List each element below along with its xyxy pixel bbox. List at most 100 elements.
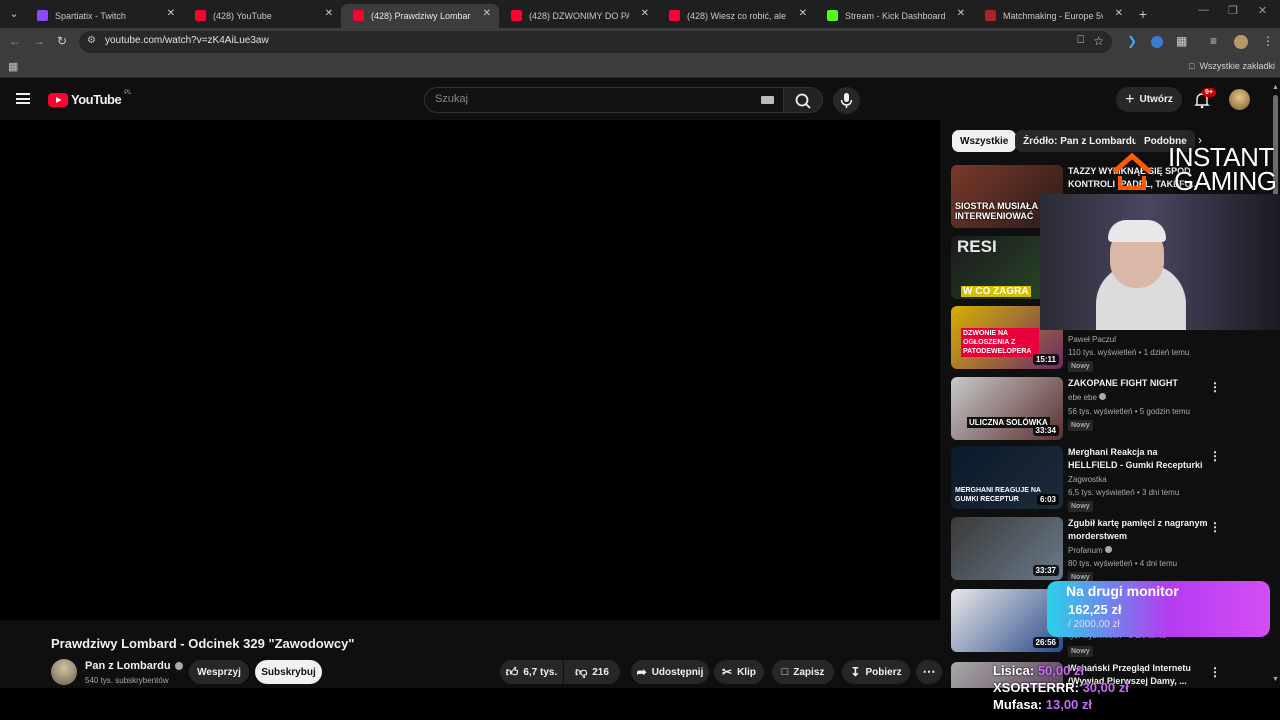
- voice-search-button[interactable]: [833, 87, 860, 114]
- extensions-puzzle-icon[interactable]: ▦: [1176, 34, 1187, 48]
- video-thumbnail[interactable]: MERGHANI REAGUJE NA GUMKI RECEPTUR 6:03: [951, 446, 1063, 509]
- tab-wiesz[interactable]: (428) Wiesz co robić, ale i tak C ✕: [657, 4, 815, 28]
- more-vertical-icon[interactable]: ⋮: [1209, 520, 1221, 534]
- video-duration: 6:03: [1036, 494, 1059, 505]
- forward-arrow-icon[interactable]: →: [33, 34, 45, 48]
- install-app-icon[interactable]: ⎕: [1077, 34, 1084, 47]
- close-icon[interactable]: ✕: [1115, 8, 1123, 19]
- tab-dzwonimy[interactable]: (428) DZWONIMY DO PATODEV ✕: [499, 4, 657, 28]
- recommendation-meta: 6,5 tys. wyświetleń • 3 dni temu: [1068, 488, 1180, 497]
- like-button[interactable]: 👍︎ 6,7 tys.: [500, 660, 563, 684]
- hamburger-menu-icon[interactable]: [16, 93, 30, 104]
- tab-youtube-home[interactable]: (428) YouTube ✕: [183, 4, 341, 28]
- share-button[interactable]: ➦ Udostępnij: [631, 660, 709, 684]
- recommendation-channel: ebe ebe: [1068, 393, 1097, 402]
- close-icon[interactable]: ✕: [483, 8, 491, 19]
- tab-title: (428) Prawdziwy Lombard - Od: [371, 11, 471, 21]
- scroll-down-icon[interactable]: ▼: [1272, 676, 1279, 683]
- bookmark-star-icon[interactable]: ☆: [1093, 34, 1104, 48]
- save-button[interactable]: □ Zapisz: [772, 660, 834, 684]
- tab-twitch[interactable]: Spartiatix - Twitch ✕: [25, 4, 183, 28]
- download-arrow-icon: ↧: [850, 665, 861, 679]
- profile-avatar-icon[interactable]: [1234, 35, 1248, 49]
- address-bar[interactable]: ⚙ youtube.com/watch?v=zK4AiLue3aw ⎕ ☆: [79, 31, 1112, 53]
- account-avatar[interactable]: [1229, 89, 1250, 110]
- tab-title: (428) YouTube: [213, 11, 272, 21]
- all-bookmarks-label: Wszystkie zakładki: [1199, 61, 1275, 71]
- recommendation-title[interactable]: Merghani Reakcja na HELLFIELD - Gumki Re…: [1068, 446, 1208, 472]
- dislike-button[interactable]: 👎︎ 216: [564, 660, 620, 684]
- donor-name: Mufasa:: [993, 697, 1043, 712]
- search-button[interactable]: [783, 87, 823, 113]
- goal-title: Na drugi monitor: [1066, 583, 1179, 599]
- all-bookmarks-folder[interactable]: □ Wszystkie zakładki: [1189, 61, 1275, 71]
- youtube-logo[interactable]: YouTube PL: [48, 90, 132, 107]
- keyboard-icon[interactable]: [761, 96, 774, 104]
- close-icon[interactable]: ✕: [167, 8, 175, 19]
- recommendation-title[interactable]: Zgubił kartę pamięci z nagranym morderst…: [1068, 517, 1208, 543]
- streamer-hair: [1108, 220, 1166, 242]
- restore-icon[interactable]: ❐: [1228, 4, 1238, 17]
- site-info-icon[interactable]: ⚙: [87, 35, 96, 46]
- chip-all[interactable]: Wszystkie: [952, 130, 1017, 152]
- video-thumbnail[interactable]: ULICZNA SOLÓWKA 33:34: [951, 377, 1063, 440]
- reading-list-icon[interactable]: ≡: [1210, 34, 1217, 48]
- new-tab-plus-icon[interactable]: +: [1134, 5, 1152, 23]
- support-button[interactable]: Wesprzyj: [189, 660, 249, 684]
- tab-search-chevron-icon[interactable]: ⌄: [5, 5, 23, 23]
- extension-audio-icon[interactable]: ❯: [1127, 34, 1137, 48]
- more-horizontal-icon: ⋯: [922, 664, 936, 679]
- close-window-icon[interactable]: ✕: [1258, 4, 1267, 17]
- search-input[interactable]: [435, 93, 735, 105]
- search-box[interactable]: [424, 87, 784, 113]
- scroll-up-icon[interactable]: ▲: [1272, 84, 1279, 91]
- create-button[interactable]: + Utwórz: [1116, 87, 1182, 112]
- video-thumbnail[interactable]: 33:37: [951, 517, 1063, 580]
- recommendation-item[interactable]: 33:37 Zgubił kartę pamięci z nagranym mo…: [951, 517, 1261, 583]
- browser-menu-icon[interactable]: ⋮: [1262, 34, 1274, 48]
- recommendation-channel[interactable]: Paweł Paczul: [1068, 335, 1116, 344]
- recommendation-channel[interactable]: Zagwostka: [1068, 475, 1107, 484]
- more-actions-button[interactable]: ⋯: [916, 660, 942, 684]
- youtube-favicon-icon: [353, 10, 364, 21]
- recommendation-item[interactable]: ULICZNA SOLÓWKA 33:34 ZAKOPANE FIGHT NIG…: [951, 377, 1261, 443]
- thumbnail-caption: MERGHANI REAGUJE NA GUMKI RECEPTUR: [955, 487, 1041, 503]
- recommendation-channel-row[interactable]: ebe ebe: [1068, 393, 1107, 402]
- like-count: 6,7 tys.: [523, 666, 558, 678]
- more-vertical-icon[interactable]: ⋮: [1209, 449, 1221, 463]
- tab-kick[interactable]: Stream - Kick Dashboard ✕: [815, 4, 973, 28]
- brand-text-bottom: GAMING: [1174, 166, 1277, 196]
- recommendation-item[interactable]: MERGHANI REAGUJE NA GUMKI RECEPTUR 6:03 …: [951, 446, 1261, 512]
- tab-matchmaking[interactable]: Matchmaking - Europe 5v5 Qu ✕: [973, 4, 1131, 28]
- close-icon[interactable]: ✕: [641, 8, 649, 19]
- back-arrow-icon[interactable]: ←: [9, 34, 21, 48]
- url-text[interactable]: youtube.com/watch?v=zK4AiLue3aw: [105, 35, 269, 46]
- tab-title: Stream - Kick Dashboard: [845, 11, 945, 21]
- subscribe-button[interactable]: Subskrybuj: [255, 660, 322, 684]
- close-icon[interactable]: ✕: [799, 8, 807, 19]
- verified-badge-icon: [1104, 546, 1112, 553]
- share-label: Udostępnij: [651, 666, 704, 678]
- channel-name[interactable]: Pan z Lombardu: [85, 660, 183, 672]
- close-icon[interactable]: ✕: [325, 8, 333, 19]
- thumbnail-caption: DZWONIE NA OGŁOSZENIA Z PATODEWELOPERA: [961, 328, 1039, 357]
- donor-amount: 50,00 zł: [1037, 663, 1085, 678]
- download-button[interactable]: ↧ Pobierz: [842, 660, 910, 684]
- video-player[interactable]: [0, 120, 940, 620]
- youtube-favicon-icon: [195, 10, 206, 21]
- extension-blue-icon[interactable]: [1151, 36, 1163, 48]
- apps-grid-icon[interactable]: ▦: [8, 60, 18, 73]
- close-icon[interactable]: ✕: [957, 8, 965, 19]
- recommendation-channel-row[interactable]: Profanum: [1068, 546, 1112, 555]
- tab-title: (428) DZWONIMY DO PATODEV: [529, 11, 629, 21]
- clip-button[interactable]: ✂ Klip: [714, 660, 764, 684]
- tab-current-video[interactable]: (428) Prawdziwy Lombard - Od ✕: [341, 4, 499, 28]
- video-duration: 33:37: [1032, 565, 1059, 576]
- channel-avatar[interactable]: [51, 659, 77, 685]
- recommendation-title[interactable]: ZAKOPANE FIGHT NIGHT: [1068, 377, 1208, 390]
- more-vertical-icon[interactable]: ⋮: [1209, 665, 1221, 679]
- minimize-icon[interactable]: —: [1198, 4, 1209, 16]
- notifications-button[interactable]: 9+: [1193, 88, 1216, 109]
- reload-icon[interactable]: ↻: [57, 34, 67, 48]
- more-vertical-icon[interactable]: ⋮: [1209, 380, 1221, 394]
